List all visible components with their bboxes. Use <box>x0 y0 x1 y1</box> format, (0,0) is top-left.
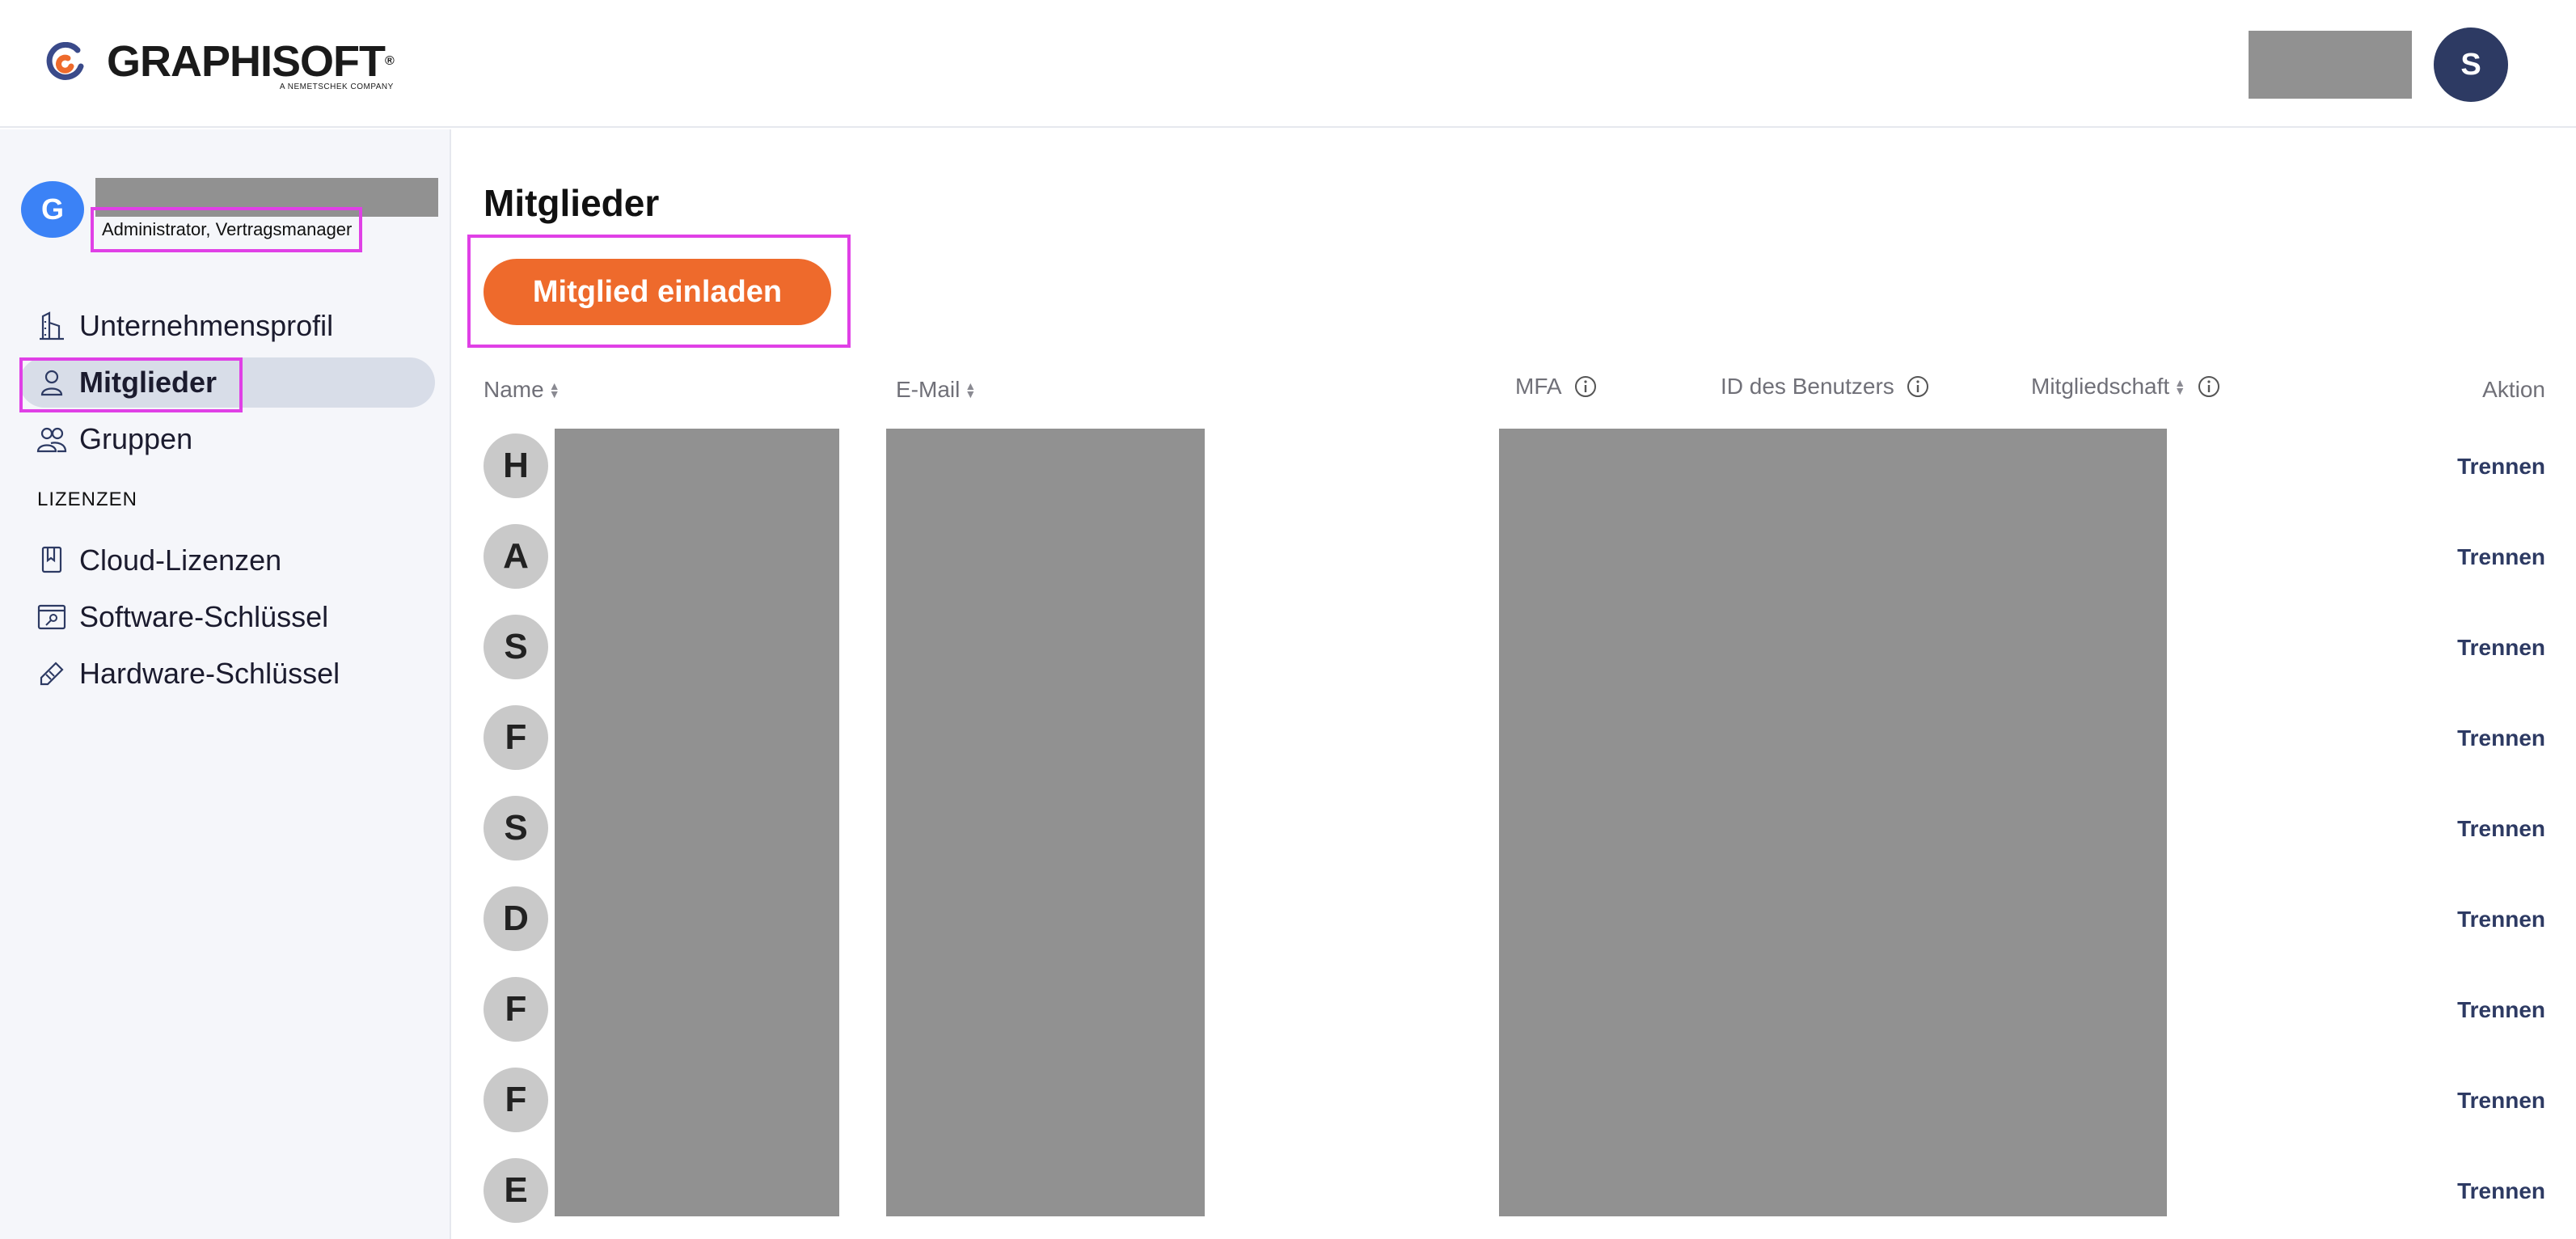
column-header-user-id-label: ID des Benutzers <box>1721 374 1894 399</box>
sidebar-item-cloud-lizenzen[interactable]: Cloud-Lizenzen <box>19 535 435 586</box>
org-avatar[interactable]: G <box>21 181 84 238</box>
column-header-name-label: Name <box>484 377 544 402</box>
hardware-key-icon <box>36 658 68 690</box>
sidebar-item-software-schluessel[interactable]: Software-Schlüssel <box>19 592 435 642</box>
sidebar: G Administrator, Vertragsmanager Unterne… <box>0 129 451 1239</box>
redacted-email-column <box>886 429 1205 1216</box>
section-lizenzen: LIZENZEN <box>37 488 138 510</box>
disconnect-link[interactable]: Trennen <box>2457 1178 2545 1204</box>
column-header-email[interactable]: E-Mail ▲ ▼ <box>896 377 976 403</box>
user-avatar[interactable]: S <box>2434 27 2508 102</box>
org-role-label: Administrator, Vertragsmanager <box>91 207 362 252</box>
column-header-action-label: Aktion <box>2482 377 2545 402</box>
column-header-membership-label: Mitgliedschaft <box>2031 374 2170 399</box>
brand-tagline: A NEMETSCHEK COMPANY <box>279 82 394 91</box>
member-avatar: S <box>484 796 548 861</box>
sidebar-item-unternehmensprofil[interactable]: Unternehmensprofil <box>19 301 435 351</box>
group-icon <box>36 423 68 455</box>
redacted-details-columns <box>1499 429 2167 1216</box>
top-header: GRAPHISOFT® A NEMETSCHEK COMPANY S <box>0 0 2576 128</box>
sort-icon: ▲ ▼ <box>2174 376 2186 397</box>
column-header-membership[interactable]: Mitgliedschaft ▲ ▼ <box>2031 374 2221 400</box>
cloud-license-icon <box>36 544 68 577</box>
highlight-active-nav <box>19 357 243 412</box>
sidebar-item-label: Gruppen <box>79 422 193 455</box>
disconnect-link[interactable]: Trennen <box>2457 816 2545 842</box>
building-icon <box>36 310 68 342</box>
sidebar-item-label: Cloud-Lizenzen <box>79 543 282 577</box>
disconnect-link[interactable]: Trennen <box>2457 907 2545 932</box>
column-header-user-id: ID des Benutzers <box>1721 374 1930 400</box>
redacted-header-field <box>2249 31 2412 99</box>
disconnect-link[interactable]: Trennen <box>2457 544 2545 570</box>
member-avatar: F <box>484 977 548 1042</box>
disconnect-link[interactable]: Trennen <box>2457 997 2545 1023</box>
disconnect-link[interactable]: Trennen <box>2457 725 2545 751</box>
column-header-mfa-label: MFA <box>1515 374 1562 399</box>
column-header-name[interactable]: Name ▲ ▼ <box>484 377 560 403</box>
member-avatar: H <box>484 433 548 498</box>
disconnect-link[interactable]: Trennen <box>2457 635 2545 661</box>
column-header-action: Aktion <box>2482 377 2545 403</box>
sort-icon: ▲ ▼ <box>965 379 977 400</box>
member-avatar: F <box>484 1068 548 1132</box>
sidebar-item-label: Unternehmensprofil <box>79 309 334 342</box>
info-icon[interactable] <box>1573 374 1598 399</box>
brand-name: GRAPHISOFT® <box>107 37 395 86</box>
page-title: Mitglieder <box>484 182 660 224</box>
member-avatar: S <box>484 615 548 679</box>
column-header-mfa: MFA <box>1515 374 1598 400</box>
sort-icon: ▲ ▼ <box>548 379 560 400</box>
column-header-email-label: E-Mail <box>896 377 961 402</box>
member-avatar: D <box>484 886 548 951</box>
graphisoft-logo-icon <box>46 42 84 80</box>
invite-member-button[interactable]: Mitglied einladen <box>484 259 831 325</box>
disconnect-link[interactable]: Trennen <box>2457 1088 2545 1114</box>
sidebar-item-gruppen[interactable]: Gruppen <box>19 414 435 464</box>
info-icon[interactable] <box>2197 374 2221 399</box>
member-avatar: F <box>484 705 548 770</box>
software-key-icon <box>36 601 68 633</box>
member-avatar: E <box>484 1158 548 1223</box>
info-icon[interactable] <box>1906 374 1930 399</box>
sidebar-item-label: Software-Schlüssel <box>79 600 329 633</box>
sidebar-item-hardware-schluessel[interactable]: Hardware-Schlüssel <box>19 649 435 699</box>
sidebar-item-label: Hardware-Schlüssel <box>79 657 340 690</box>
disconnect-link[interactable]: Trennen <box>2457 454 2545 480</box>
member-avatar: A <box>484 524 548 589</box>
redacted-name-column <box>555 429 839 1216</box>
graphisoft-logo[interactable]: GRAPHISOFT® A NEMETSCHEK COMPANY <box>45 37 395 91</box>
